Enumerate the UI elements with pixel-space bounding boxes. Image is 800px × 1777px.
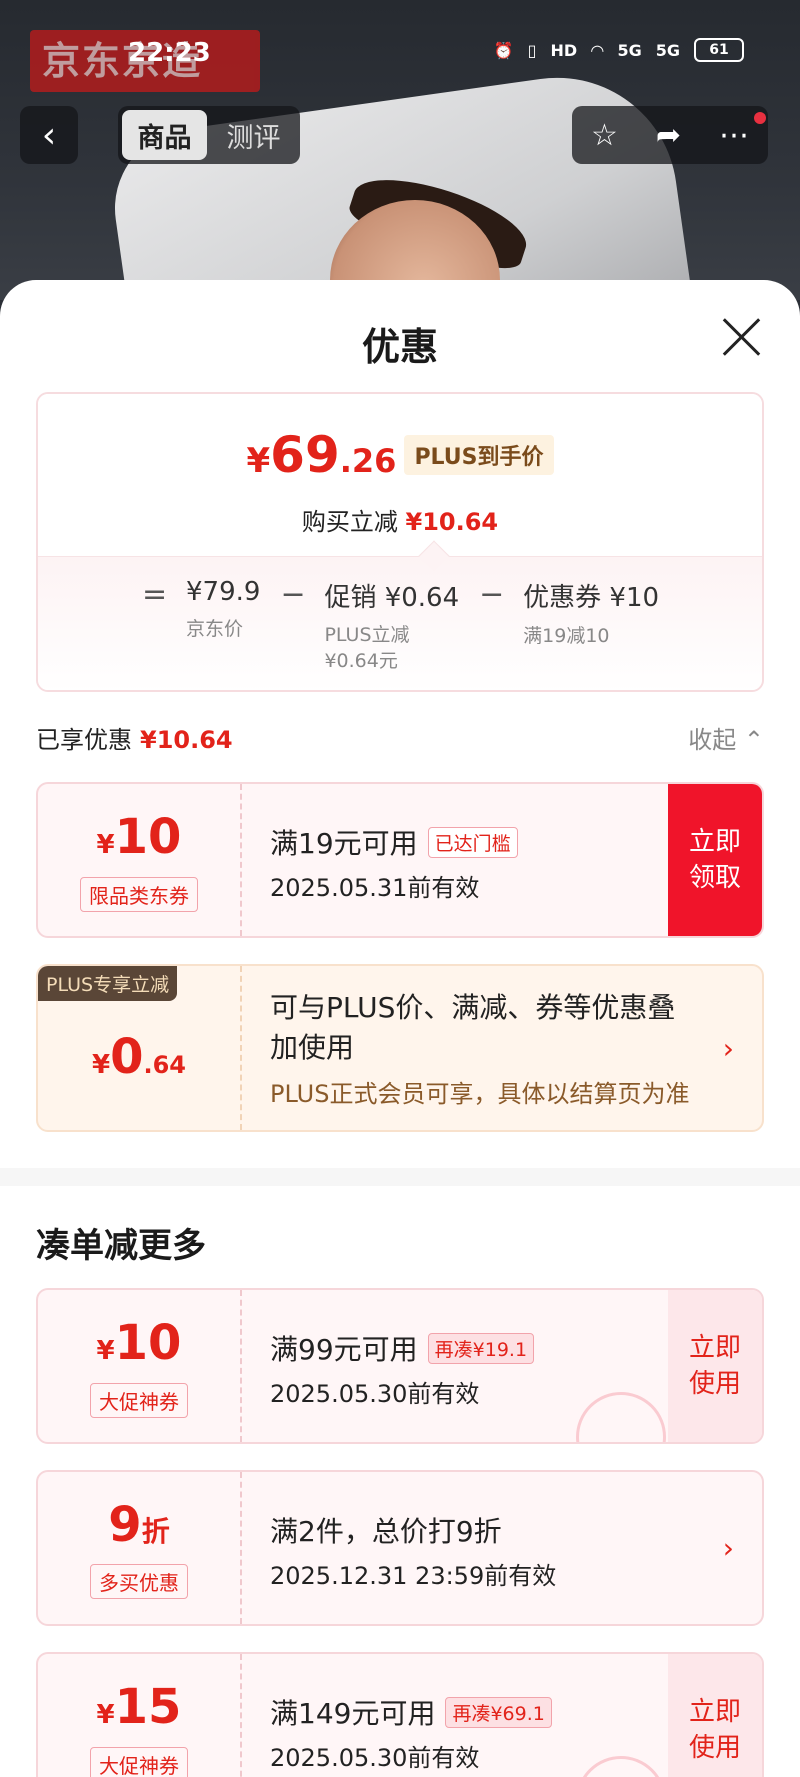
- coupon-condition: 满99元可用: [270, 1333, 418, 1366]
- more-icon[interactable]: ⋯: [719, 118, 749, 153]
- coupon-amount: ¥10: [96, 1314, 182, 1371]
- add-more-chip: 再凑¥19.1: [427, 1332, 535, 1364]
- plus-note: PLUS正式会员可享，具体以结算页为准: [270, 1080, 690, 1108]
- plus-discount-card[interactable]: ¥0.64 PLUS专享立减 可与PLUS价、满减、券等优惠叠加使用 PLUS正…: [36, 964, 764, 1132]
- final-price: ¥69.26: [246, 426, 397, 484]
- tab-review[interactable]: 测评: [211, 110, 296, 160]
- alarm-icon: ⏰: [493, 40, 514, 60]
- tab-product[interactable]: 商品: [122, 110, 207, 160]
- coupon-amount: ¥15: [96, 1678, 182, 1735]
- claimed-stamp-icon: [576, 1392, 666, 1442]
- jd-price: ¥79.9 京东价: [186, 577, 261, 640]
- coupon-condition: 满2件，总价打9折: [270, 1515, 502, 1548]
- notification-dot: [754, 112, 766, 124]
- coupon-type-tag: 多买优惠: [90, 1564, 188, 1599]
- coupon-validity: 2025.05.31前有效: [270, 874, 480, 902]
- coupon-card: ¥10 大促神券 满99元可用 再凑¥19.1 2025.05.30前有效 立即使…: [36, 1288, 764, 1444]
- coupon-condition: 满149元可用: [270, 1697, 436, 1730]
- wifi-icon: ◠: [591, 40, 604, 60]
- multi-buy-card[interactable]: 9折 多买优惠 满2件，总价打9折 2025.12.31 23:59前有效 ›: [36, 1470, 764, 1626]
- plus-price-tag: PLUS到手价: [404, 435, 554, 475]
- coupon-validity: 2025.05.30前有效: [270, 1380, 480, 1408]
- coupon-condition: 满19元可用: [270, 827, 418, 860]
- collapse-button[interactable]: 收起 ⌃: [688, 720, 764, 755]
- price-summary-card: ¥69.26 PLUS到手价 购买立减 ¥10.64 = ¥79.9 京东价 −…: [36, 392, 764, 692]
- coupon-amount: ¥10: [96, 808, 182, 865]
- chevron-left-icon: ‹: [41, 114, 57, 156]
- instant-reduce: 购买立减 ¥10.64: [301, 508, 499, 536]
- hd-icon: HD: [550, 40, 578, 60]
- share-icon[interactable]: ➦: [656, 118, 681, 153]
- discount-rate: 9折: [108, 1497, 170, 1553]
- coupon-card: ¥15 大促神券 满149元可用 再凑¥69.1 2025.05.30前有效 立即…: [36, 1652, 764, 1777]
- close-icon[interactable]: [720, 314, 764, 358]
- threshold-chip: 已达门槛: [427, 826, 518, 858]
- plus-discount-amount: ¥0.64: [91, 1029, 186, 1085]
- status-icons: ⏰ ▯ HD ◠ 5G 5G 61: [494, 38, 744, 62]
- plus-exclusive-badge: PLUS专享立减: [38, 966, 178, 1001]
- price-formula: = ¥79.9 京东价 − 促销 ¥0.64 PLUS立减 ¥0.64元 − 优惠…: [38, 540, 762, 690]
- nav-actions: ☆ ➦ ⋯: [572, 106, 768, 164]
- claim-coupon-button[interactable]: 立即领取: [668, 784, 762, 936]
- sheet-title: 优惠: [361, 325, 438, 369]
- plus-description: 可与PLUS价、满减、券等优惠叠加使用: [270, 991, 676, 1064]
- vibrate-icon: ▯: [527, 40, 537, 60]
- signal-5g-icon: 5G: [617, 40, 642, 60]
- coupon-type-tag: 大促神券: [90, 1382, 188, 1418]
- coupon-validity: 2025.05.30前有效: [270, 1744, 480, 1772]
- discount-sheet: 优惠 ¥69.26 PLUS到手价 购买立减 ¥10.64 = ¥79.9 京东…: [0, 280, 800, 1777]
- section-divider: [0, 1168, 800, 1186]
- coupon-type-tag: 大促神券: [90, 1746, 188, 1777]
- enjoyed-discount: 已享优惠 ¥10.64: [36, 726, 233, 754]
- signal-5g-icon-2: 5G: [655, 40, 680, 60]
- claimed-stamp-icon: [576, 1756, 666, 1777]
- more-deals-title: 凑单减更多: [36, 1226, 206, 1266]
- chevron-right-icon: ›: [722, 1531, 734, 1565]
- promo-discount: 促销 ¥0.64 PLUS立减 ¥0.64元: [324, 583, 460, 672]
- star-icon[interactable]: ☆: [591, 118, 618, 153]
- nav-tabs: 商品 测评: [118, 106, 300, 164]
- use-coupon-button[interactable]: 立即使用: [668, 1654, 762, 1777]
- status-time: 22:23: [128, 38, 211, 68]
- add-more-chip: 再凑¥69.1: [445, 1696, 552, 1728]
- chevron-right-icon: ›: [722, 1032, 734, 1065]
- coupon-discount: 优惠券 ¥10 满19减10: [523, 583, 660, 647]
- battery-icon: 61: [694, 38, 744, 62]
- coupon-type-tag: 限品类东券: [80, 876, 198, 912]
- back-button[interactable]: ‹: [20, 106, 78, 164]
- use-coupon-button[interactable]: 立即使用: [668, 1290, 762, 1442]
- coupon-validity: 2025.12.31 23:59前有效: [270, 1562, 557, 1590]
- coupon-card: ¥10 限品类东券 满19元可用 已达门槛 2025.05.31前有效 立即领取: [36, 782, 764, 938]
- status-bar: 22:23 ⏰ ▯ HD ◠ 5G 5G 61: [0, 0, 800, 100]
